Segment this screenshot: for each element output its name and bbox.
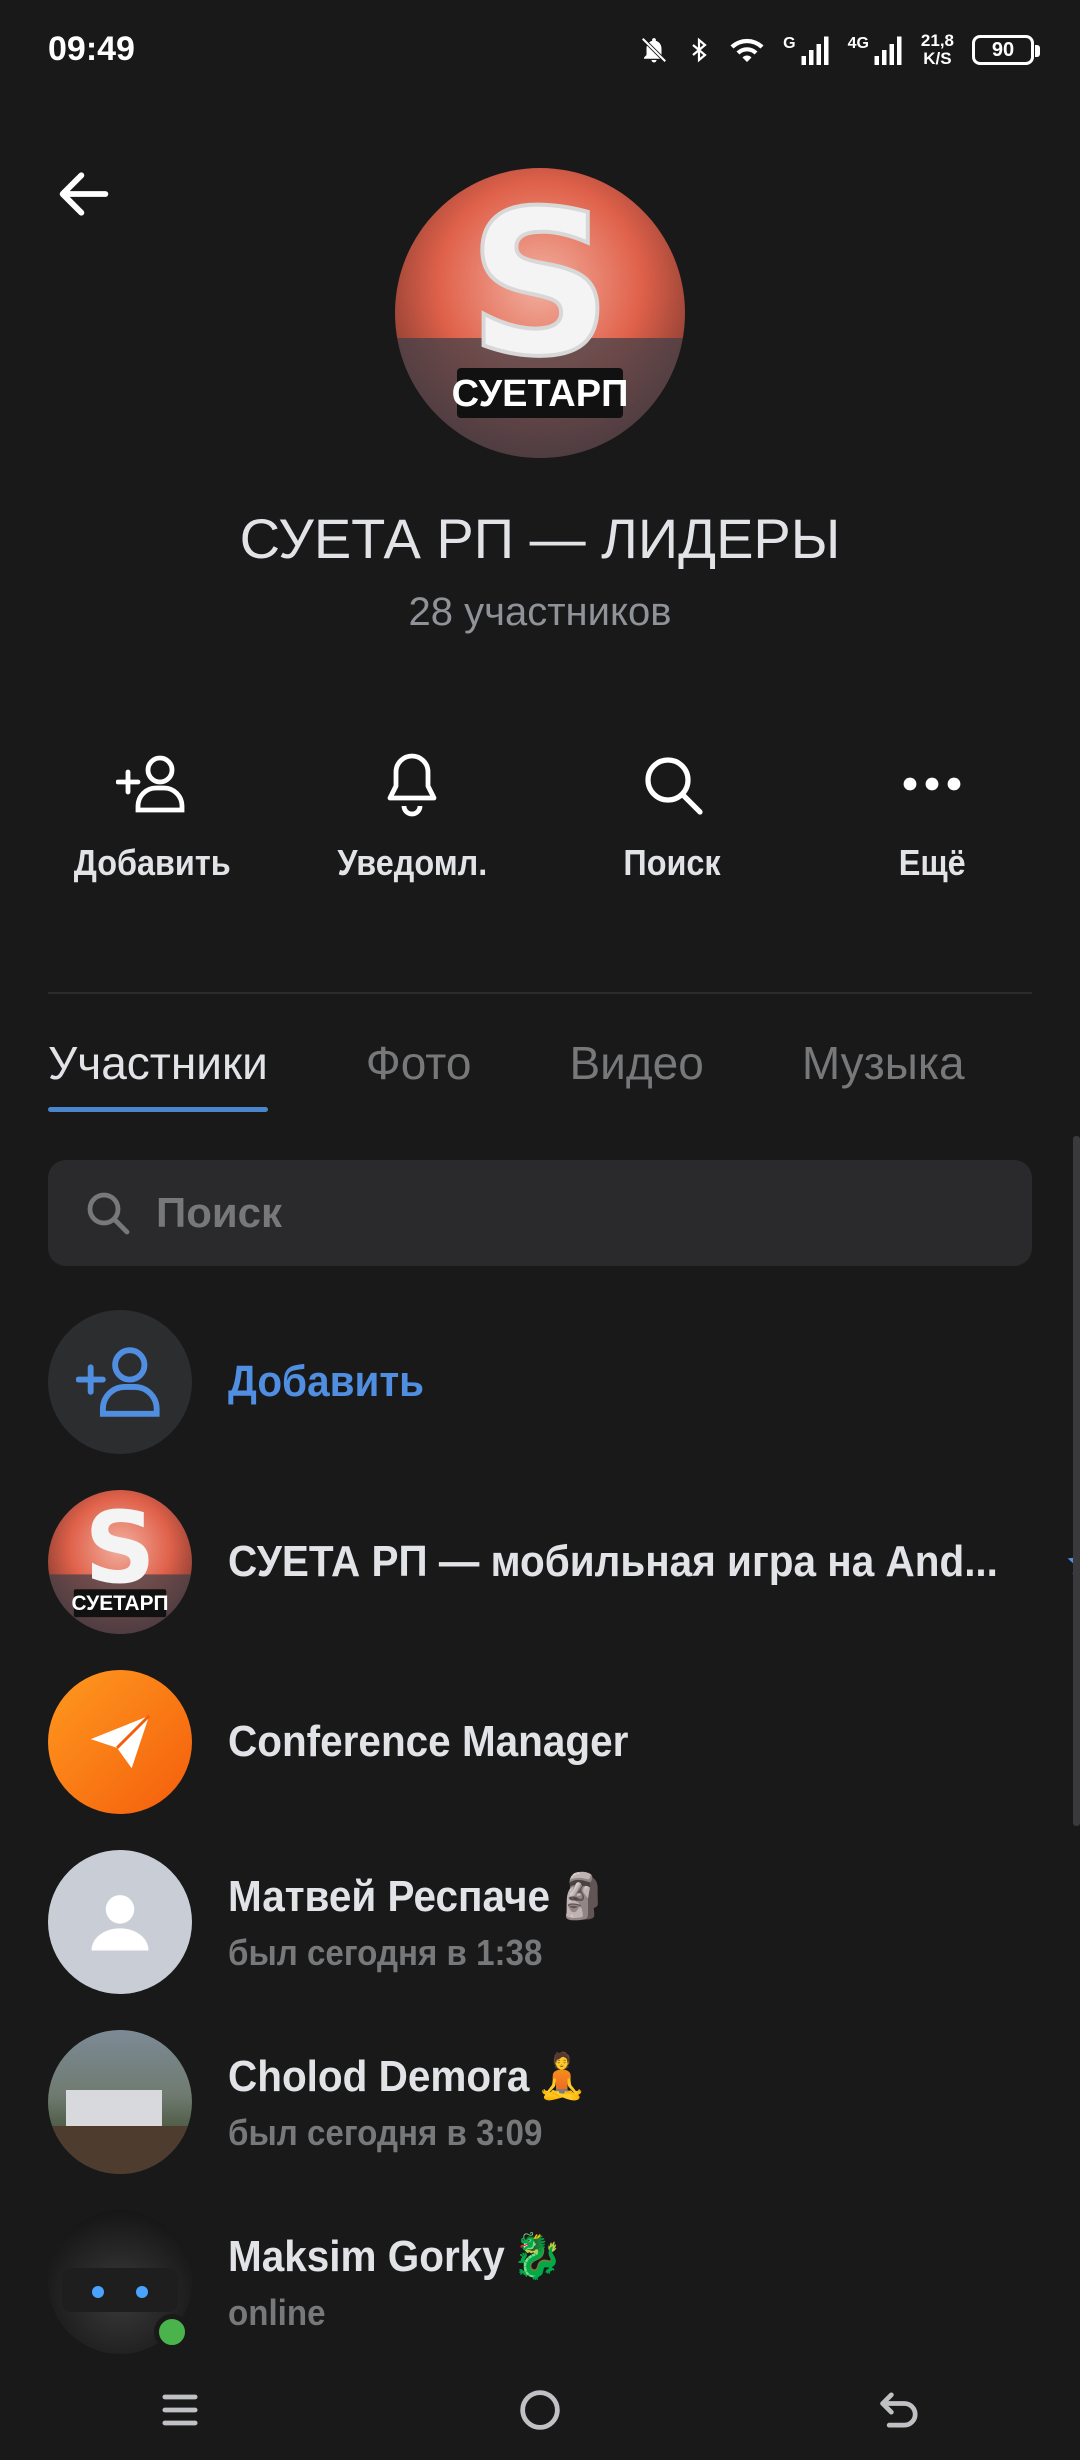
battery-indicator: 90 xyxy=(972,35,1040,65)
online-indicator xyxy=(154,2314,190,2350)
member-avatar: S СУЕТАРП xyxy=(48,1490,192,1634)
scrollbar[interactable] xyxy=(1073,1136,1080,1826)
member-emoji: 🧘 xyxy=(536,2051,588,2102)
member-avatar xyxy=(48,2030,192,2174)
member-avatar xyxy=(48,1850,192,1994)
back-icon[interactable] xyxy=(874,2384,926,2436)
tab-members[interactable]: Участники xyxy=(48,1036,268,1112)
group-avatar-text: СУЕТАРП xyxy=(452,373,629,415)
search-icon xyxy=(645,757,703,815)
member-status: был сегодня в 1:38 xyxy=(228,1932,543,1973)
paper-plane-icon xyxy=(90,1714,151,1769)
more-icon xyxy=(903,777,961,791)
back-arrow-icon[interactable] xyxy=(52,162,116,226)
status-time: 09:49 xyxy=(48,30,135,68)
member-status: online xyxy=(228,2292,326,2333)
member-row[interactable]: Conference Manager xyxy=(48,1670,1032,1814)
bell-icon xyxy=(387,753,437,817)
tab-bar: Участники Фото Видео Музыка xyxy=(48,1036,965,1112)
tab-video[interactable]: Видео xyxy=(569,1036,703,1112)
signal-icon xyxy=(801,36,829,65)
add-user-blue-icon xyxy=(76,1347,160,1417)
system-nav-bar xyxy=(0,2360,1080,2460)
menu-icon[interactable] xyxy=(154,2384,206,2436)
tab-music[interactable]: Музыка xyxy=(802,1036,965,1112)
wifi-icon xyxy=(730,38,764,62)
more-action[interactable]: Ещё xyxy=(802,748,1062,884)
member-avatar xyxy=(48,2210,192,2354)
default-user-icon xyxy=(91,1895,149,1951)
svg-text:S: S xyxy=(84,1491,156,1606)
search-action[interactable]: Поиск xyxy=(542,748,802,884)
group-avatar[interactable]: S СУЕТАРП xyxy=(395,168,685,458)
member-emoji: 🗿 xyxy=(557,1871,608,1922)
member-emoji: 🐉 xyxy=(512,2231,563,2282)
member-name: СУЕТА РП — мобильная игра на And... xyxy=(228,1537,998,1586)
search-label: Поиск xyxy=(623,842,721,883)
add-member-row[interactable]: Добавить xyxy=(48,1310,1032,1454)
member-name: Maksim Gorky 🐉 xyxy=(228,2231,563,2282)
add-member-label: Добавить xyxy=(73,842,231,883)
bluetooth-icon xyxy=(692,37,707,63)
member-search[interactable] xyxy=(48,1160,1032,1266)
home-icon[interactable] xyxy=(514,2384,566,2436)
member-avatar-text: СУЕТАРП xyxy=(71,1592,168,1615)
more-label: Ещё xyxy=(898,842,966,883)
network-4g-label: 4G xyxy=(847,35,869,52)
action-bar: Добавить Уведомл. Поиск Ещё xyxy=(22,748,1062,884)
member-name: Cholod Demora 🧘 xyxy=(228,2051,588,2102)
svg-text:S: S xyxy=(468,168,612,401)
member-avatar xyxy=(48,1670,192,1814)
add-member-label: Добавить xyxy=(228,1357,425,1406)
signal-icon-2 xyxy=(874,36,902,65)
search-input[interactable] xyxy=(154,1188,958,1238)
member-row[interactable]: Maksim Gorky 🐉 online xyxy=(48,2210,1032,2354)
tab-photo[interactable]: Фото xyxy=(366,1036,472,1112)
notifications-action[interactable]: Уведомл. xyxy=(282,748,542,884)
mute-bell-icon xyxy=(641,37,667,63)
notifications-label: Уведомл. xyxy=(337,842,487,883)
member-count: 28 участников xyxy=(408,590,672,634)
network-speed: 21,8 K/S xyxy=(920,31,954,68)
member-status: был сегодня в 3:09 xyxy=(228,2112,543,2153)
network-g-label: G xyxy=(783,35,796,52)
search-field-icon xyxy=(87,1192,130,1235)
group-title: СУЕТА РП — ЛИДЕРЫ xyxy=(239,507,841,570)
add-member-avatar xyxy=(48,1310,192,1454)
status-icons: G 4G 21,8 K/S 90 xyxy=(639,31,1040,68)
divider xyxy=(48,992,1032,994)
member-name: Conference Manager xyxy=(228,1717,629,1766)
add-member-action[interactable]: Добавить xyxy=(22,748,282,884)
member-row[interactable]: Cholod Demora 🧘 был сегодня в 3:09 xyxy=(48,2030,1032,2174)
member-row[interactable]: S СУЕТАРП СУЕТА РП — мобильная игра на A… xyxy=(48,1490,1080,1634)
add-user-icon xyxy=(116,755,185,813)
member-name: Матвей Респаче 🗿 xyxy=(228,1871,608,1922)
member-row[interactable]: Матвей Респаче 🗿 был сегодня в 1:38 xyxy=(48,1850,1032,1994)
